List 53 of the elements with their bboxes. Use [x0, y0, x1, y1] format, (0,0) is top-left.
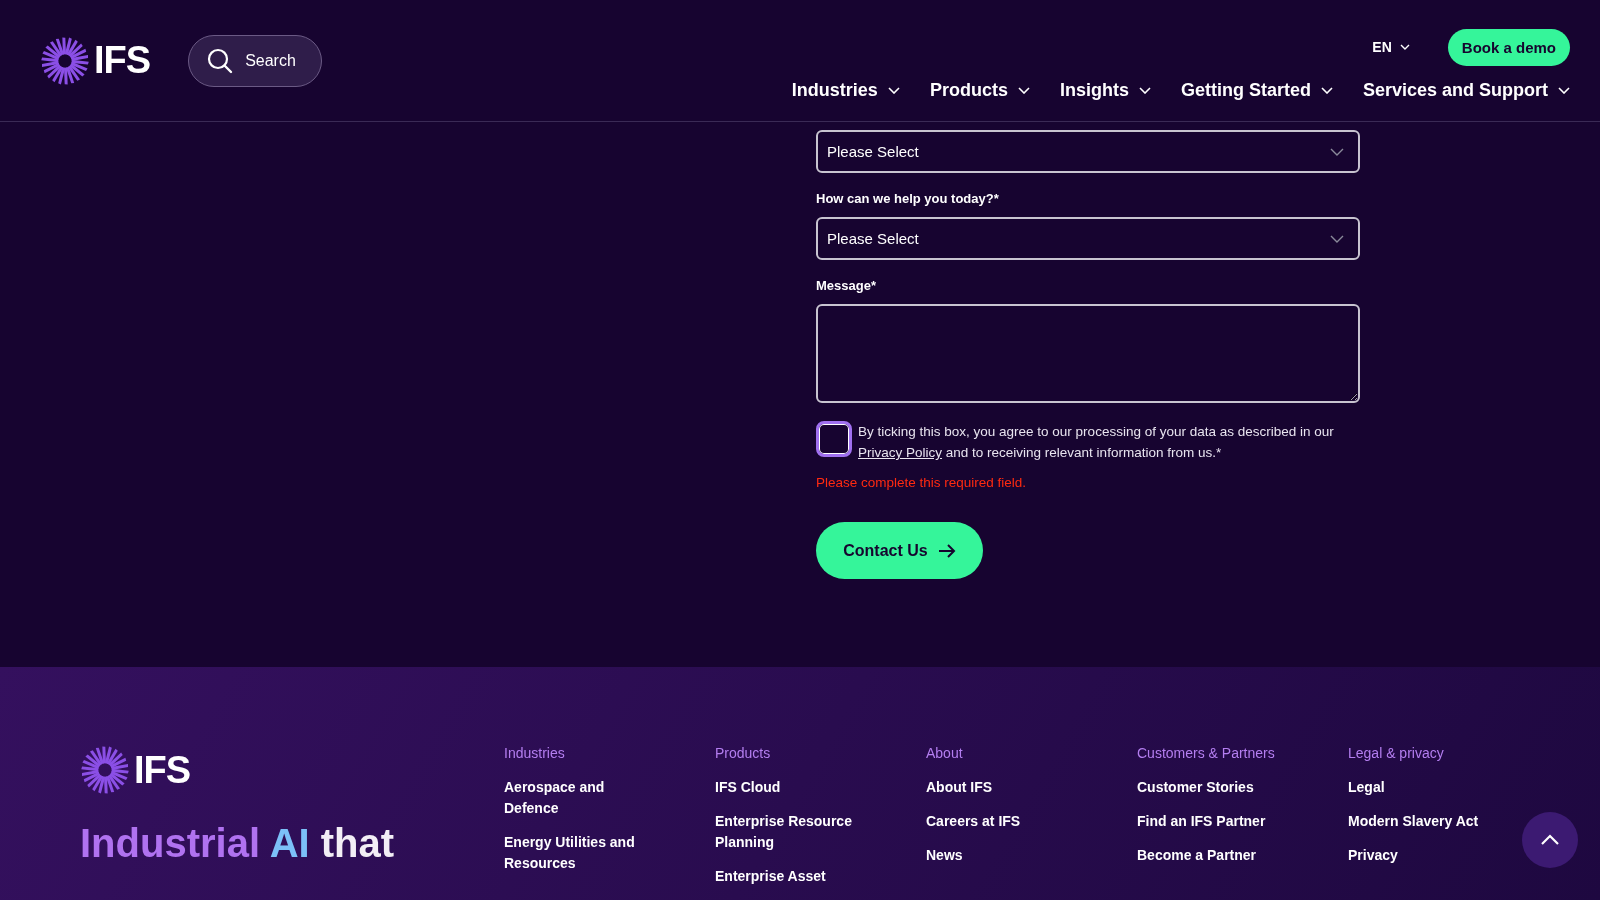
field-label: Message* — [816, 278, 877, 293]
language-selector[interactable]: EN — [1366, 38, 1416, 56]
search-field[interactable]: Search — [188, 34, 323, 87]
footer-column-heading: Products — [715, 745, 771, 761]
privacy-policy-link[interactable]: Privacy Policy — [858, 445, 943, 460]
nav-menu-item[interactable]: Insights — [1059, 79, 1151, 101]
footer-link[interactable]: Enterprise Resource Planning — [715, 811, 865, 853]
footer-headline: Industrial AI that — [80, 821, 396, 866]
chevron-down-icon — [1330, 234, 1344, 243]
chevron-down-icon — [1320, 86, 1333, 94]
footer-link[interactable]: Legal — [1348, 777, 1385, 798]
footer-link[interactable]: Enterprise Asset — [715, 866, 826, 887]
footer-link[interactable]: About IFS — [926, 777, 993, 798]
chevron-down-icon — [1558, 86, 1570, 94]
chevron-down-icon — [1017, 86, 1030, 94]
select-dropdown[interactable]: Please Select — [816, 217, 1360, 260]
footer-column-heading: Customers & Partners — [1137, 745, 1275, 761]
footer-link[interactable]: News — [926, 845, 963, 866]
footer-link[interactable]: Customer Stories — [1137, 777, 1254, 798]
footer-link[interactable]: Find an IFS Partner — [1137, 811, 1266, 832]
chevron-down-icon — [1330, 147, 1344, 156]
nav-menu-item[interactable]: Services and Support — [1362, 79, 1570, 101]
footer-link[interactable]: Careers at IFS — [926, 811, 1021, 832]
footer-column-heading: Legal & privacy — [1348, 745, 1444, 761]
footer-column-heading: About — [926, 745, 963, 761]
chevron-down-icon — [887, 86, 900, 94]
message-field[interactable] — [816, 304, 1360, 403]
logo-text[interactable]: IFS — [94, 39, 151, 82]
arrow-right-icon — [937, 543, 956, 558]
logo-icon — [40, 35, 90, 86]
error-message: Please complete this required field. — [816, 475, 1028, 490]
consent-checkbox[interactable] — [816, 421, 852, 457]
chevron-down-icon — [1138, 86, 1151, 94]
contact-us-button[interactable]: Contact Us — [816, 522, 983, 579]
chevron-down-icon — [1399, 44, 1410, 50]
nav-menu-item[interactable]: Industries — [791, 79, 900, 101]
nav-menu-item[interactable]: Products — [929, 79, 1030, 101]
footer-link[interactable]: Energy Utilities and Resources — [504, 832, 654, 874]
footer-column-heading: Industries — [504, 745, 565, 761]
logo-text[interactable]: IFS — [134, 748, 191, 792]
nav-menu-item[interactable]: Getting Started — [1180, 79, 1333, 101]
footer-link[interactable]: Become a Partner — [1137, 845, 1257, 866]
select-dropdown[interactable]: Please Select — [816, 130, 1360, 173]
chevron-up-icon — [1540, 834, 1560, 846]
search-icon — [207, 47, 234, 74]
footer-link[interactable]: Modern Slavery Act — [1348, 811, 1479, 832]
book-demo-button[interactable]: Book a demo — [1447, 28, 1570, 66]
footer-link[interactable]: Aerospace and Defence — [504, 777, 654, 819]
footer-link[interactable]: IFS Cloud — [715, 777, 781, 798]
logo-icon — [80, 745, 130, 795]
field-label: How can we help you today?* — [816, 191, 1000, 206]
footer-link[interactable]: Privacy — [1348, 845, 1398, 866]
consent-text: By ticking this box, you agree to our processing of your data as described in our Privacy Policy and to receiving relevant information from us.* — [858, 423, 1335, 462]
